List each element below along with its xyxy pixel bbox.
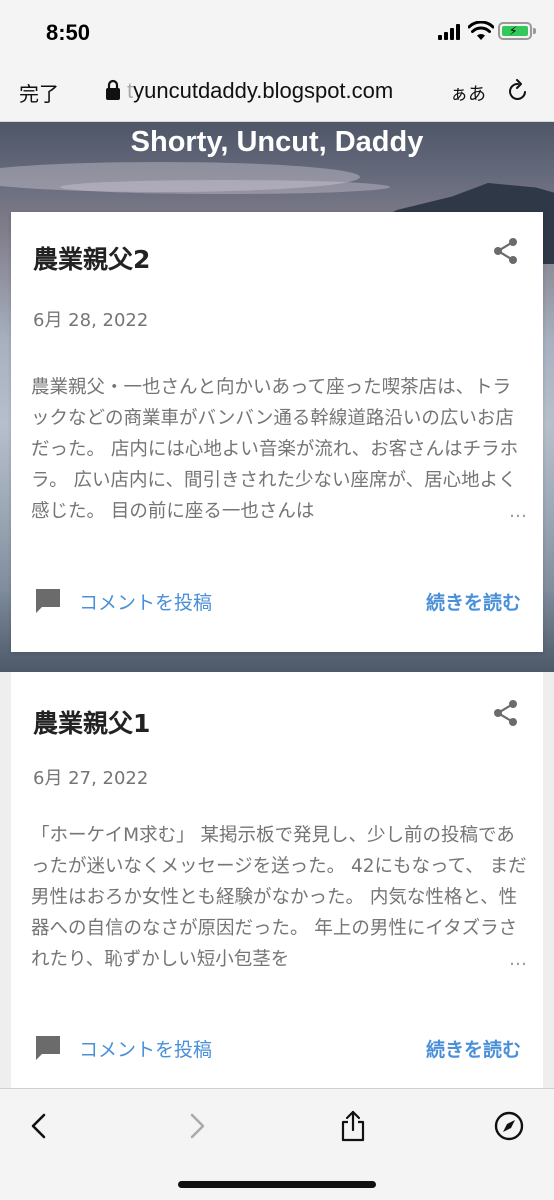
compass-icon[interactable] (492, 1109, 526, 1143)
wifi-icon (468, 21, 494, 40)
back-icon[interactable] (22, 1109, 56, 1143)
url-field[interactable]: tyuncutdaddy.blogspot.com (127, 78, 393, 104)
address-bar: 完了 tyuncutdaddy.blogspot.com ぁあ (0, 62, 554, 122)
snippet-fade (357, 496, 527, 527)
snippet-fade (357, 944, 527, 975)
forward-icon[interactable] (180, 1109, 214, 1143)
post-title[interactable]: 農業親父2 (33, 240, 150, 276)
status-bar: 8:50 ⚡ (0, 0, 554, 62)
snippet-ellipsis: … (505, 496, 527, 527)
battery-charging-icon: ⚡ (498, 22, 532, 40)
battery-cap (533, 28, 536, 34)
read-more-link[interactable]: 続きを読む (426, 588, 521, 615)
post-card: 農業親父2 6月 28, 2022 農業親父・一也さんと向かいあって座った喫茶店… (11, 212, 543, 652)
snippet-ellipsis: … (505, 944, 527, 975)
status-time: 8:50 (46, 20, 91, 45)
post-snippet: 「ホーケイM求む」 某掲示板で発見し、少し前の投稿であったが迷いなくメッセージを… (31, 820, 527, 975)
post-snippet: 農業親父・一也さんと向かいあって座った喫茶店は、トラックなどの商業車がバンバン通… (31, 372, 527, 527)
text-size-button[interactable]: ぁあ (450, 80, 486, 106)
post-card: 農業親父1 6月 27, 2022 「ホーケイM求む」 某掲示板で発見し、少し前… (11, 672, 543, 1088)
hero-cloud (60, 180, 390, 194)
done-button[interactable]: 完了 (19, 78, 59, 107)
lock-icon (106, 79, 120, 100)
reload-icon[interactable] (506, 79, 530, 103)
read-more-link[interactable]: 続きを読む (426, 1035, 521, 1062)
share-icon[interactable] (336, 1109, 370, 1143)
home-indicator[interactable] (178, 1181, 376, 1188)
post-comment-link[interactable]: コメントを投稿 (79, 588, 212, 615)
url-text: yuncutdaddy.blogspot.com (133, 78, 394, 103)
comment-icon[interactable] (34, 1034, 62, 1062)
post-date: 6月 28, 2022 (33, 310, 149, 331)
comment-icon[interactable] (34, 587, 62, 615)
post-date: 6月 27, 2022 (33, 768, 149, 789)
post-title[interactable]: 農業親父1 (33, 704, 150, 740)
share-icon[interactable] (491, 698, 521, 728)
cellular-signal-icon (438, 24, 462, 40)
post-comment-link[interactable]: コメントを投稿 (79, 1035, 212, 1062)
share-icon[interactable] (491, 236, 521, 266)
blog-title[interactable]: Shorty, Uncut, Daddy (0, 122, 554, 159)
